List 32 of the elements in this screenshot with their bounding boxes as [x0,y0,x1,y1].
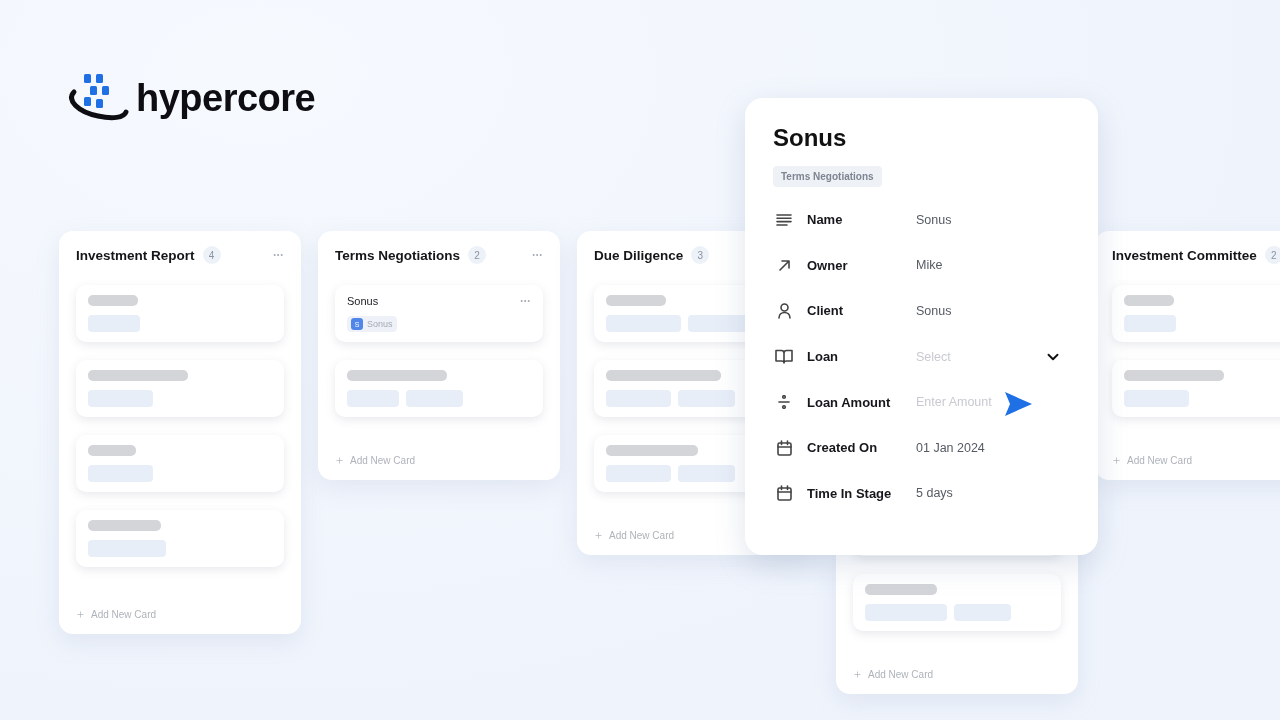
detail-title: Sonus [773,124,848,152]
field-value: 01 Jan 2024 [916,440,985,455]
field-value: Sonus [916,304,952,318]
field-label: Client [807,303,845,319]
column-title: Terms Negotiations [335,247,461,263]
card-title: Sonus [347,295,379,307]
add-card-link[interactable]: Add New Card [1127,455,1193,466]
brand-name: hypercore [136,76,316,120]
column-title: Investment Committee [1112,247,1257,263]
add-card-link[interactable]: Add New Card [91,609,157,620]
add-card-link[interactable]: Add New Card [609,530,675,541]
count-badge: 2 [1264,246,1280,264]
field-label: Loan Amount [807,394,892,410]
field-label: Loan [807,349,840,365]
column-title: Investment Report [76,247,195,263]
field-label: Created On [807,440,879,456]
field-value: Mike [916,258,943,273]
stage-tag: Terms Negotiations [773,166,882,187]
select-field[interactable]: Select [916,349,951,364]
field-value: 5 days [916,486,953,501]
count-badge: 4 [202,246,221,264]
field-label: Owner [807,257,849,273]
field-label: Time In Stage [807,485,893,501]
input-field[interactable]: Enter Amount [916,395,992,410]
field-value: Sonus [916,212,952,227]
add-card-link[interactable]: Add New Card [868,669,934,680]
field-label: Name [807,212,844,228]
count-badge: 3 [691,246,710,264]
count-badge: 2 [468,246,487,264]
tag-label: Sonus [367,319,393,329]
column-title: Due Diligence [594,247,684,263]
add-card-link[interactable]: Add New Card [350,455,416,466]
